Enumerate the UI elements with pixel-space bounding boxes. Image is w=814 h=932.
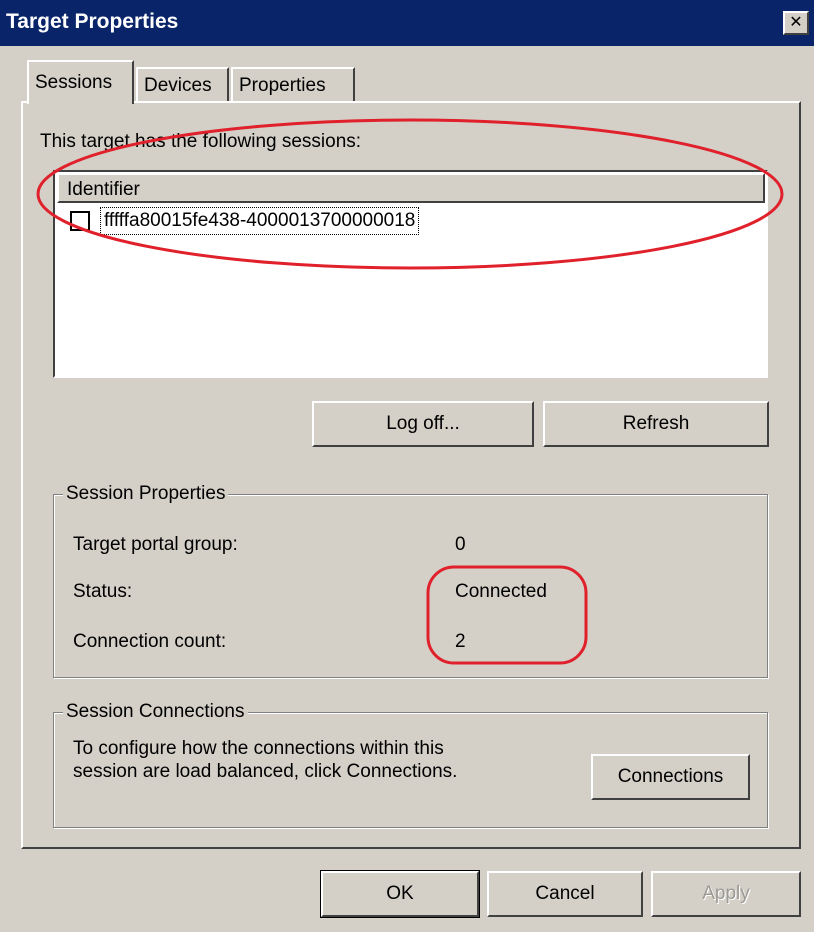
connection-count-label: Connection count:	[73, 631, 227, 652]
session-connections-title: Session Connections	[63, 701, 248, 723]
active-tab-join	[29, 99, 132, 104]
tab-sessions[interactable]: Sessions	[27, 60, 134, 104]
connections-label: Connections	[617, 766, 724, 787]
cancel-button[interactable]: Cancel	[487, 871, 643, 917]
session-checkbox[interactable]	[70, 211, 90, 231]
refresh-label: Refresh	[622, 413, 690, 434]
connection-count-value: 2	[455, 631, 466, 652]
session-identifier[interactable]: fffffa80015fe438-4000013700000018	[100, 207, 420, 235]
target-portal-group-value: 0	[455, 534, 466, 555]
status-label: Status:	[73, 581, 133, 602]
target-portal-group-label: Target portal group:	[73, 534, 238, 555]
window-title: Target Properties	[6, 10, 179, 33]
close-icon: ✕	[789, 14, 803, 31]
tab-label: Sessions	[35, 72, 113, 93]
apply-label: Apply	[702, 883, 750, 904]
logoff-button[interactable]: Log off...	[312, 401, 534, 447]
tab-label: Devices	[144, 75, 212, 96]
status-value: Connected	[455, 581, 547, 602]
close-button[interactable]: ✕	[783, 11, 809, 35]
sessions-label: This target has the following sessions:	[40, 131, 362, 152]
column-header-label: Identifier	[67, 179, 140, 200]
tab-devices[interactable]: Devices	[136, 67, 229, 101]
ok-label: OK	[386, 883, 414, 904]
ok-button[interactable]: OK	[320, 870, 480, 918]
column-header-identifier[interactable]: Identifier	[57, 173, 765, 203]
logoff-label: Log off...	[386, 413, 460, 434]
refresh-button[interactable]: Refresh	[543, 401, 769, 447]
session-connections-description: To configure how the connections within …	[73, 738, 458, 782]
tab-label: Properties	[239, 75, 326, 96]
tab-properties[interactable]: Properties	[231, 67, 355, 101]
session-properties-title: Session Properties	[63, 483, 229, 505]
cancel-label: Cancel	[535, 883, 595, 904]
connections-button[interactable]: Connections	[591, 754, 750, 800]
apply-button: Apply	[651, 871, 801, 917]
